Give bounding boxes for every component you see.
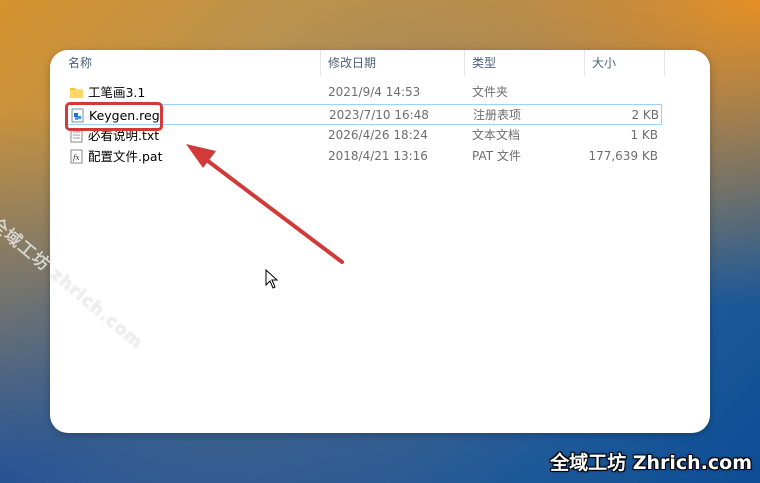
file-explorer-window: ⌃ 名称 修改日期 类型 大小 工笔画3.1 2021/9/4 14:53 文件… xyxy=(50,50,710,433)
mouse-cursor-icon xyxy=(265,269,279,289)
corner-watermark: 全域工坊 Zhrich.com xyxy=(550,452,752,474)
annotation-arrow xyxy=(186,144,344,264)
